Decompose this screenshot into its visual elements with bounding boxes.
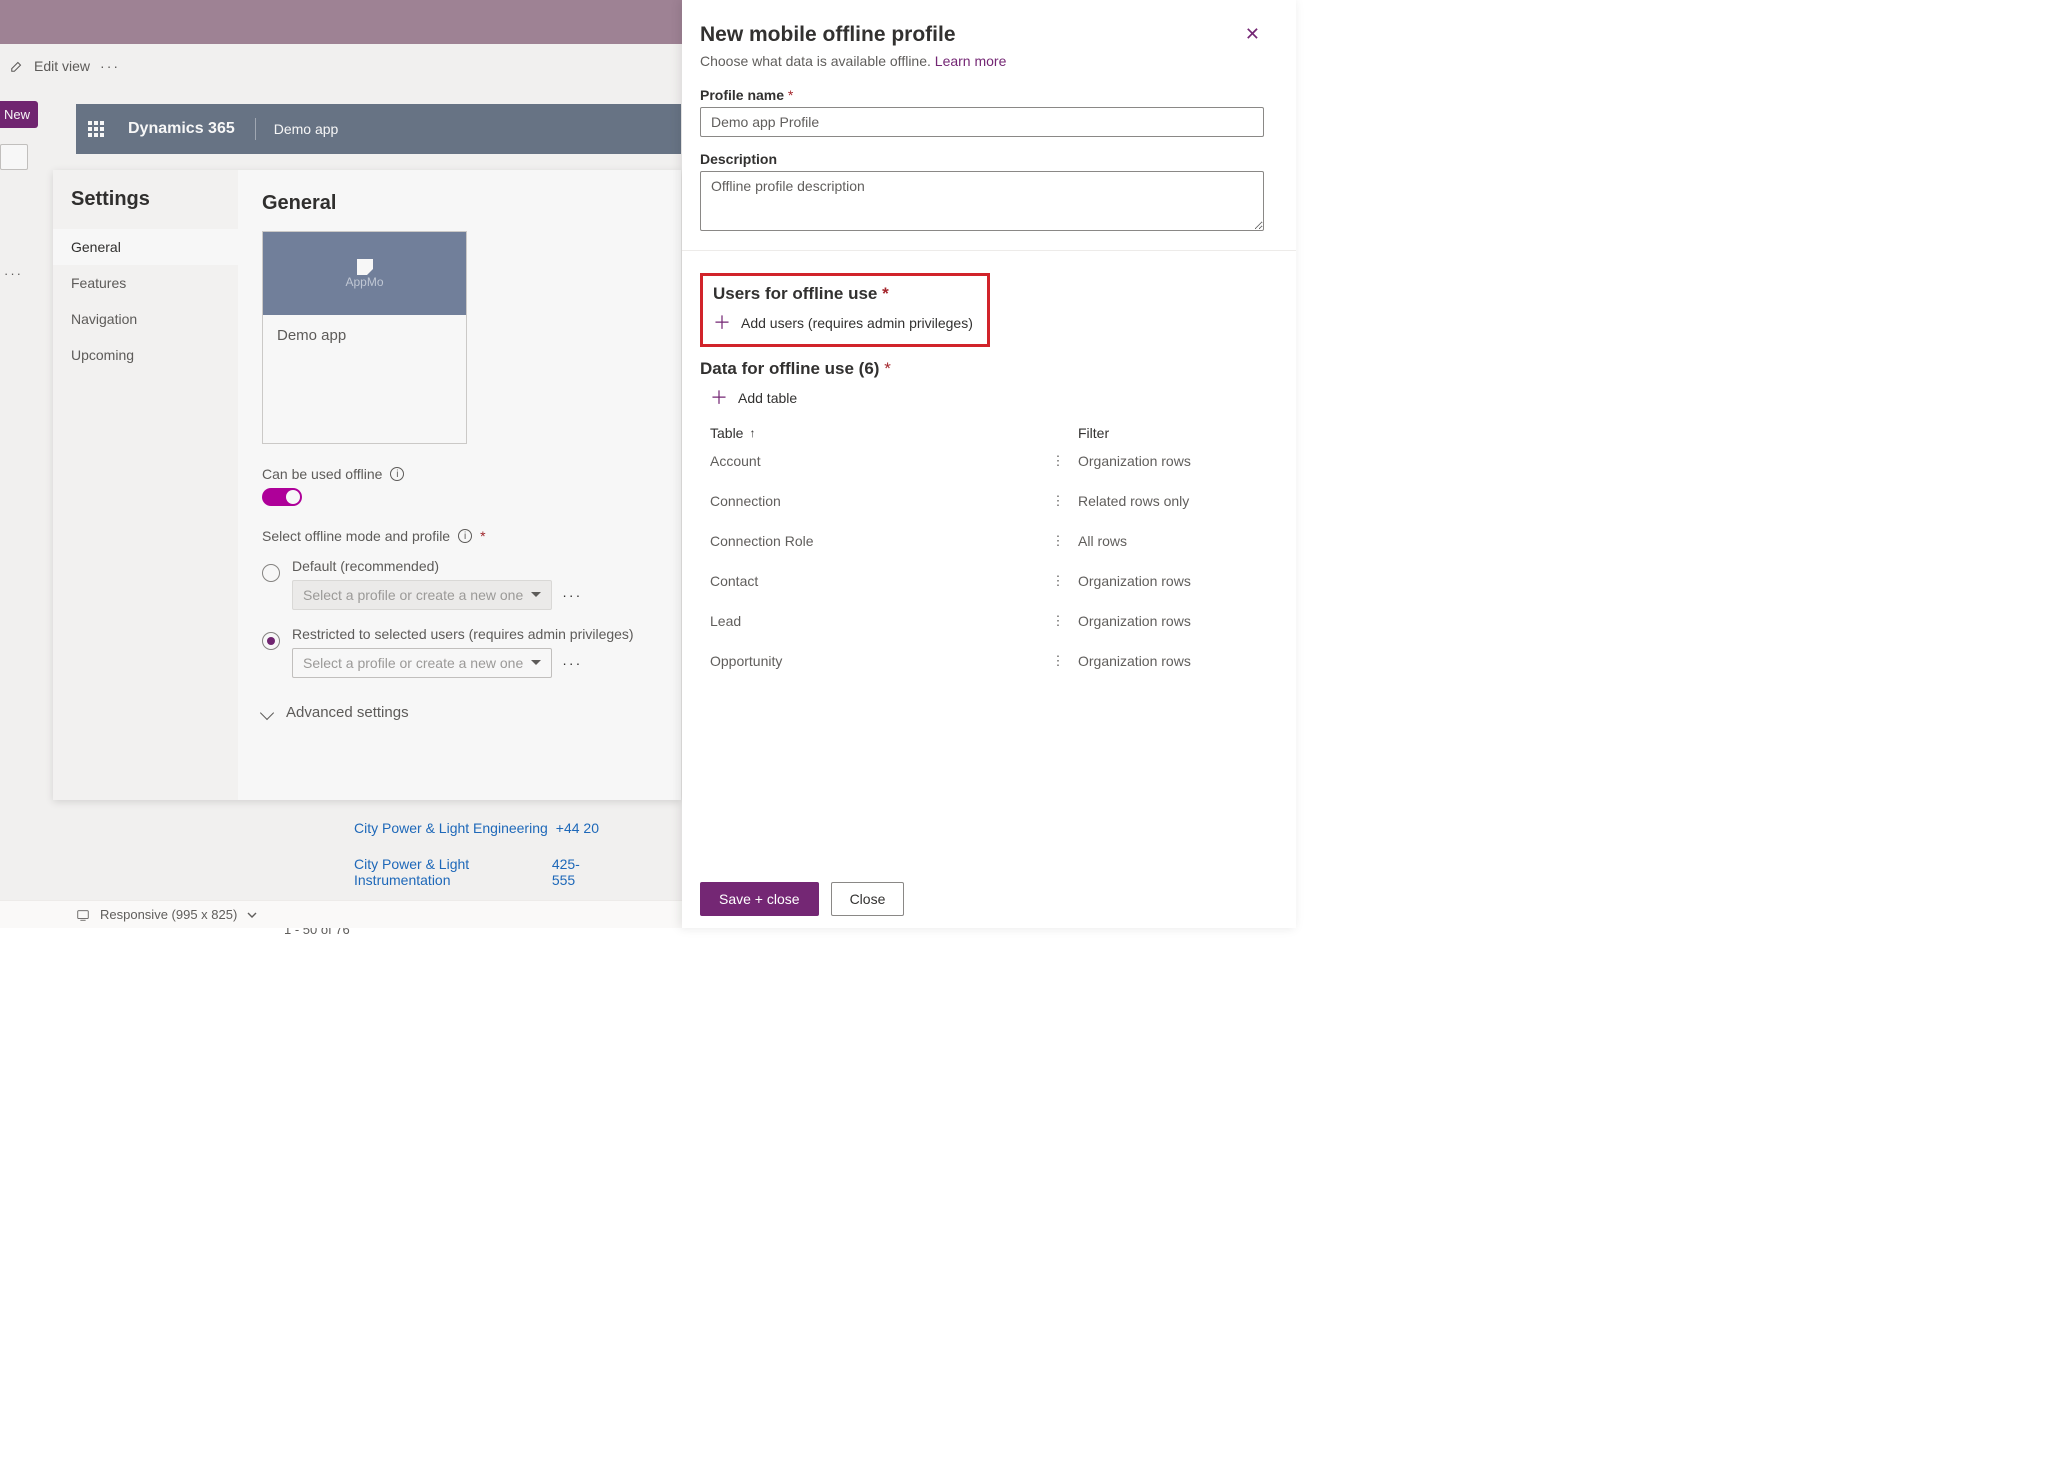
plus-icon: ＋ bbox=[713, 314, 731, 332]
left-input-box[interactable] bbox=[0, 144, 28, 170]
row-table-name: Connection bbox=[700, 493, 1038, 509]
pencil-icon bbox=[10, 59, 24, 73]
offline-profile-panel: New mobile offline profile ✕ Choose what… bbox=[682, 0, 1296, 928]
description-label: Description bbox=[700, 151, 1264, 167]
more-icon[interactable]: ··· bbox=[562, 655, 582, 671]
edit-view-label[interactable]: Edit view bbox=[34, 58, 90, 74]
row-menu-icon[interactable]: ⋮ bbox=[1038, 539, 1078, 543]
radio-restricted-label: Restricted to selected users (requires a… bbox=[292, 626, 634, 642]
row-filter: Organization rows bbox=[1078, 453, 1264, 469]
table-row[interactable]: Connection⋮Related rows only bbox=[700, 481, 1264, 521]
select-mode-label: Select offline mode and profile bbox=[262, 528, 450, 544]
divider bbox=[682, 250, 1296, 251]
profile-name-input[interactable] bbox=[700, 107, 1264, 137]
more-icon[interactable]: ··· bbox=[562, 587, 582, 603]
row-table-name: Account bbox=[700, 453, 1038, 469]
section-title: General bbox=[262, 192, 657, 215]
sidebar-item-general[interactable]: General bbox=[53, 229, 238, 265]
chevron-down-icon bbox=[260, 705, 274, 719]
table-row[interactable]: Lead⋮Organization rows bbox=[700, 601, 1264, 641]
info-icon[interactable]: i bbox=[390, 467, 404, 481]
col-table-label[interactable]: Table bbox=[710, 425, 743, 441]
panel-subtitle: Choose what data is available offline. bbox=[700, 53, 931, 69]
row-menu-icon[interactable]: ⋮ bbox=[1038, 459, 1078, 463]
new-button[interactable]: New bbox=[0, 101, 38, 128]
separator bbox=[255, 118, 256, 140]
sidebar-item-navigation[interactable]: Navigation bbox=[53, 301, 238, 337]
status-bar: Responsive (995 x 825) bbox=[0, 900, 682, 928]
sort-asc-icon[interactable]: ↑ bbox=[749, 426, 755, 440]
profile-name-label: Profile name * bbox=[700, 87, 1264, 103]
add-table-button[interactable]: ＋ Add table bbox=[710, 389, 1264, 407]
app-tile-alt: AppMo bbox=[345, 275, 383, 289]
row-table-name: Connection Role bbox=[700, 533, 1038, 549]
bg-row-phone[interactable]: +44 20 bbox=[556, 820, 599, 836]
dynamics-header: Dynamics 365 Demo app bbox=[76, 104, 681, 154]
bg-row-name[interactable]: City Power & Light Instrumentation bbox=[354, 856, 552, 888]
add-users-button[interactable]: ＋ Add users (requires admin privileges) bbox=[713, 314, 977, 332]
offline-toggle-label: Can be used offline bbox=[262, 466, 382, 482]
row-filter: Related rows only bbox=[1078, 493, 1264, 509]
bg-row-phone[interactable]: 425-555 bbox=[552, 856, 599, 888]
row-table-name: Contact bbox=[700, 573, 1038, 589]
profile-select-restricted[interactable]: Select a profile or create a new one bbox=[292, 648, 552, 678]
left-more-icon[interactable]: ··· bbox=[4, 266, 23, 281]
radio-default-label: Default (recommended) bbox=[292, 558, 582, 574]
required-indicator: * bbox=[480, 528, 485, 544]
table-row[interactable]: Contact⋮Organization rows bbox=[700, 561, 1264, 601]
row-menu-icon[interactable]: ⋮ bbox=[1038, 659, 1078, 663]
offline-toggle[interactable] bbox=[262, 488, 302, 506]
description-input[interactable]: Offline profile description bbox=[700, 171, 1264, 231]
radio-restricted[interactable] bbox=[262, 632, 280, 650]
table-row[interactable]: Account⋮Organization rows bbox=[700, 441, 1264, 481]
status-label[interactable]: Responsive (995 x 825) bbox=[100, 907, 237, 922]
settings-modal: Settings General Features Navigation Upc… bbox=[53, 170, 681, 800]
product-name: Dynamics 365 bbox=[128, 120, 235, 138]
bg-row-name[interactable]: City Power & Light Engineering bbox=[354, 820, 548, 836]
row-menu-icon[interactable]: ⋮ bbox=[1038, 579, 1078, 583]
plus-icon: ＋ bbox=[710, 389, 728, 407]
learn-more-link[interactable]: Learn more bbox=[935, 53, 1007, 69]
advanced-settings-toggle[interactable]: Advanced settings bbox=[262, 704, 657, 721]
chevron-down-icon[interactable] bbox=[247, 910, 257, 920]
row-table-name: Lead bbox=[700, 613, 1038, 629]
settings-content: General AppMo Demo app Can be used offli… bbox=[238, 170, 681, 800]
close-icon[interactable]: ✕ bbox=[1241, 20, 1264, 49]
save-close-button[interactable]: Save + close bbox=[700, 882, 819, 916]
col-filter-label[interactable]: Filter bbox=[1078, 425, 1264, 441]
app-launcher-icon[interactable] bbox=[88, 121, 104, 137]
row-table-name: Opportunity bbox=[700, 653, 1038, 669]
table-header: Table ↑ Filter bbox=[700, 425, 1264, 441]
bg-row: City Power & Light Engineering +44 20 bbox=[274, 810, 679, 846]
row-menu-icon[interactable]: ⋮ bbox=[1038, 619, 1078, 623]
row-filter: Organization rows bbox=[1078, 613, 1264, 629]
settings-sidebar: Settings General Features Navigation Upc… bbox=[53, 170, 238, 800]
close-button[interactable]: Close bbox=[831, 882, 905, 916]
app-name: Demo app bbox=[274, 121, 339, 137]
row-menu-icon[interactable]: ⋮ bbox=[1038, 499, 1078, 503]
users-offline-section-highlight: Users for offline use * ＋ Add users (req… bbox=[700, 273, 990, 347]
row-filter: Organization rows bbox=[1078, 653, 1264, 669]
table-row[interactable]: Opportunity⋮Organization rows bbox=[700, 641, 1264, 681]
panel-title: New mobile offline profile bbox=[700, 23, 956, 47]
info-icon[interactable]: i bbox=[458, 529, 472, 543]
radio-default[interactable] bbox=[262, 564, 280, 582]
app-tile-header: AppMo bbox=[263, 232, 466, 315]
users-header: Users for offline use * bbox=[713, 284, 977, 304]
row-filter: All rows bbox=[1078, 533, 1264, 549]
app-tile-name: Demo app bbox=[263, 315, 466, 443]
profile-select-default: Select a profile or create a new one bbox=[292, 580, 552, 610]
device-icon bbox=[76, 908, 90, 922]
app-tile[interactable]: AppMo Demo app bbox=[262, 231, 467, 444]
panel-footer: Save + close Close bbox=[682, 868, 1296, 928]
sidebar-item-features[interactable]: Features bbox=[53, 265, 238, 301]
table-row[interactable]: Connection Role⋮All rows bbox=[700, 521, 1264, 561]
settings-title: Settings bbox=[53, 188, 238, 229]
bg-row: City Power & Light Instrumentation 425-5… bbox=[274, 846, 679, 898]
sidebar-item-upcoming[interactable]: Upcoming bbox=[53, 337, 238, 373]
broken-image-icon bbox=[357, 259, 373, 275]
row-filter: Organization rows bbox=[1078, 573, 1264, 589]
data-header: Data for offline use (6) * bbox=[700, 359, 1264, 379]
more-icon[interactable]: ··· bbox=[100, 58, 120, 74]
